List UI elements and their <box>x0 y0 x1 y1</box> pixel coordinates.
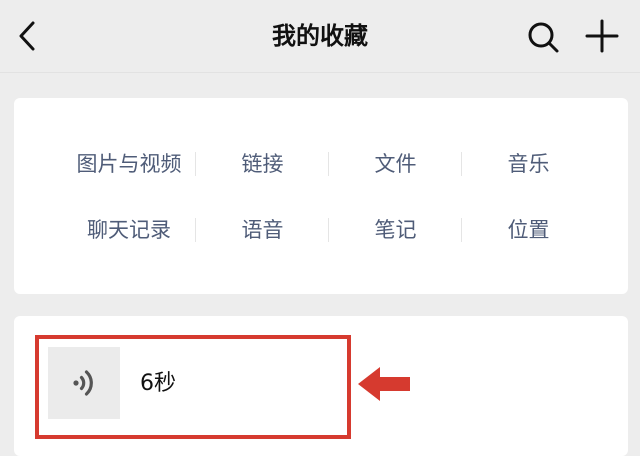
plus-icon <box>585 19 619 53</box>
nav-bar: 我的收藏 <box>0 0 640 72</box>
category-links[interactable]: 链接 <box>196 144 329 184</box>
category-voice[interactable]: 语音 <box>196 210 329 250</box>
category-chat-history[interactable]: 聊天记录 <box>63 210 195 250</box>
category-row: 聊天记录 语音 笔记 位置 <box>14 210 628 250</box>
category-files[interactable]: 文件 <box>329 144 462 184</box>
category-card: 图片与视频 链接 文件 音乐 聊天记录 语音 笔记 位置 <box>14 98 628 294</box>
voice-duration: 6秒 <box>140 371 176 396</box>
category-notes[interactable]: 笔记 <box>329 210 462 250</box>
voice-wave-icon <box>73 370 93 396</box>
left-arrow-icon <box>358 367 410 401</box>
category-music[interactable]: 音乐 <box>462 144 595 184</box>
search-icon <box>528 22 559 53</box>
voice-thumbnail <box>48 347 120 419</box>
search-button[interactable] <box>524 18 564 58</box>
category-row: 图片与视频 链接 文件 音乐 <box>14 144 628 184</box>
category-location[interactable]: 位置 <box>462 210 595 250</box>
category-images-videos[interactable]: 图片与视频 <box>63 144 195 184</box>
annotation-arrow <box>356 364 412 404</box>
back-button[interactable] <box>12 14 44 58</box>
add-button[interactable] <box>582 16 622 56</box>
nav-divider <box>0 72 640 73</box>
chevron-left-icon <box>19 21 35 51</box>
